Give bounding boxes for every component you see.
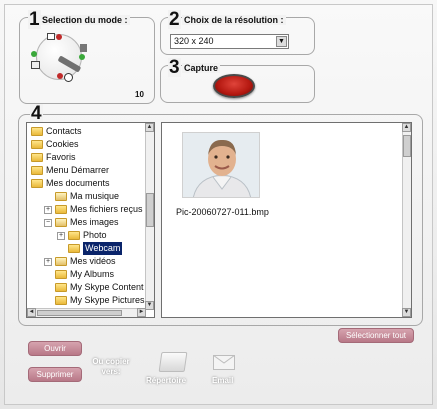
monitor-mode-icon[interactable] xyxy=(31,61,40,69)
scroll-down-arrow-icon[interactable]: ▼ xyxy=(145,301,154,310)
folder-icon xyxy=(31,166,43,175)
tree-item[interactable]: Mes documents xyxy=(31,177,110,190)
video-folder-icon xyxy=(55,257,67,266)
photo-mode-icon[interactable] xyxy=(47,33,55,40)
directory-label[interactable]: Répertoire xyxy=(146,376,186,385)
tree-item-label: Ma musique xyxy=(70,191,120,201)
folder-icon xyxy=(55,283,67,292)
tree-item[interactable]: My Skype Content xyxy=(44,281,144,294)
tree-item-label: Cookies xyxy=(46,139,79,149)
mode-indicator-green-dot-right xyxy=(79,54,85,60)
tree-horizontal-scrollbar[interactable]: ◄ ► xyxy=(27,308,146,317)
resolution-group-number: 2 xyxy=(168,9,181,30)
folder-icon xyxy=(55,296,67,305)
preview-scroll-down-arrow-icon[interactable]: ▼ xyxy=(402,308,411,317)
video-mode-icon[interactable] xyxy=(80,44,87,52)
tree-item[interactable]: Ma musique xyxy=(44,190,119,203)
tree-item[interactable]: + Photo xyxy=(57,229,107,242)
folder-tree[interactable]: ▲ ▼ ◄ ► Contacts Cookies Favoris Menu Démar… xyxy=(26,122,155,318)
tree-item[interactable]: Favoris xyxy=(31,151,76,164)
tree-item[interactable]: + Mes fichiers reçus xyxy=(44,203,143,216)
tree-item-label: Menu Démarrer xyxy=(46,165,110,175)
mode-group-title: Selection du mode : xyxy=(40,15,130,25)
email-label[interactable]: Email xyxy=(212,376,233,385)
capture-button[interactable] xyxy=(213,74,255,98)
tree-item[interactable]: Menu Démarrer xyxy=(31,164,109,177)
tree-item-label: Webcam xyxy=(83,242,123,255)
folder-icon xyxy=(31,153,43,162)
mode-dial-pointer xyxy=(57,55,82,73)
tree-item[interactable]: + Mes vidéos xyxy=(44,255,116,268)
mode-indicator-red-dot-bottom xyxy=(57,73,63,79)
tree-item[interactable]: Webcam xyxy=(57,242,123,255)
tree-item-label: Mes fichiers reçus xyxy=(70,204,143,214)
tree-item-label: Mes documents xyxy=(46,178,110,188)
person-photo-icon xyxy=(183,133,259,197)
tree-item-label: Mes images xyxy=(70,217,119,227)
folder-icon xyxy=(55,205,67,214)
timer-mode-icon[interactable] xyxy=(64,73,73,82)
browser-group-number: 4 xyxy=(30,103,43,124)
preview-scroll-up-arrow-icon[interactable]: ▲ xyxy=(402,123,411,132)
preview-vertical-scrollbar[interactable]: ▲ ▼ xyxy=(402,123,411,317)
scroll-left-arrow-icon[interactable]: ◄ xyxy=(27,308,36,317)
tree-item[interactable]: − Mes images xyxy=(44,216,119,229)
tree-item-label: Contacts xyxy=(46,126,82,136)
copy-to-label: Ou copier vers: xyxy=(92,357,130,376)
select-all-button[interactable]: Sélectionner tout xyxy=(338,328,414,343)
tree-item[interactable]: Contacts xyxy=(31,125,82,138)
webcam-photo-thumbnail[interactable] xyxy=(182,132,260,198)
tree-item-label: My Skype Pictures xyxy=(70,295,145,305)
mode-indicator-red-dot xyxy=(56,34,62,40)
tree-scroll-thumb[interactable] xyxy=(146,193,154,227)
tree-item-label: Mes vidéos xyxy=(70,256,116,266)
delete-button[interactable]: Supprimer xyxy=(28,367,82,382)
mode-group-number: 1 xyxy=(28,9,41,30)
tree-hscroll-thumb[interactable] xyxy=(37,310,122,316)
tree-item[interactable]: My Albums xyxy=(44,268,114,281)
folder-icon xyxy=(55,270,67,279)
image-preview-pane[interactable]: Pic-20060727-011.bmp ▲ ▼ xyxy=(161,122,412,318)
expand-icon[interactable]: + xyxy=(44,257,52,266)
expand-icon[interactable]: + xyxy=(57,231,65,240)
dropdown-arrow-icon[interactable]: ▼ xyxy=(276,36,287,47)
preview-scroll-thumb[interactable] xyxy=(403,135,411,157)
resolution-select[interactable]: 320 x 240 ▼ xyxy=(170,34,289,49)
tree-item[interactable]: My Skype Pictures xyxy=(44,294,145,307)
folder-icon xyxy=(31,127,43,136)
folder-icon xyxy=(31,179,43,188)
tree-item-label: Favoris xyxy=(46,152,76,162)
capture-group-number: 3 xyxy=(168,57,181,78)
capture-group-title: Capture xyxy=(182,63,221,73)
resolution-select-value: 320 x 240 xyxy=(174,36,214,46)
folder-icon xyxy=(68,231,80,240)
folder-icon xyxy=(68,244,80,253)
tree-item-label: Photo xyxy=(83,230,107,240)
pictures-folder-icon xyxy=(55,218,67,227)
envelope-flap-icon xyxy=(213,355,235,364)
mode-value: 10 xyxy=(135,90,144,99)
tree-vertical-scrollbar[interactable]: ▲ ▼ xyxy=(145,123,154,310)
resolution-group-title: Choix de la résolution : xyxy=(182,15,286,25)
tree-item-label: My Albums xyxy=(70,269,115,279)
directory-folder-icon[interactable] xyxy=(158,352,188,372)
photo-filename[interactable]: Pic-20060727-011.bmp xyxy=(176,207,269,217)
scroll-up-arrow-icon[interactable]: ▲ xyxy=(145,123,154,132)
mode-indicator-green-dot-left xyxy=(31,51,37,57)
open-button[interactable]: Ouvrir xyxy=(28,341,82,356)
tree-item[interactable]: Cookies xyxy=(31,138,79,151)
email-envelope-icon[interactable] xyxy=(213,355,235,370)
collapse-icon[interactable]: − xyxy=(44,218,52,227)
folder-icon xyxy=(31,140,43,149)
expand-icon[interactable]: + xyxy=(44,205,52,214)
scroll-right-arrow-icon[interactable]: ► xyxy=(137,308,146,317)
music-folder-icon xyxy=(55,192,67,201)
tree-item-label: My Skype Content xyxy=(70,282,144,292)
